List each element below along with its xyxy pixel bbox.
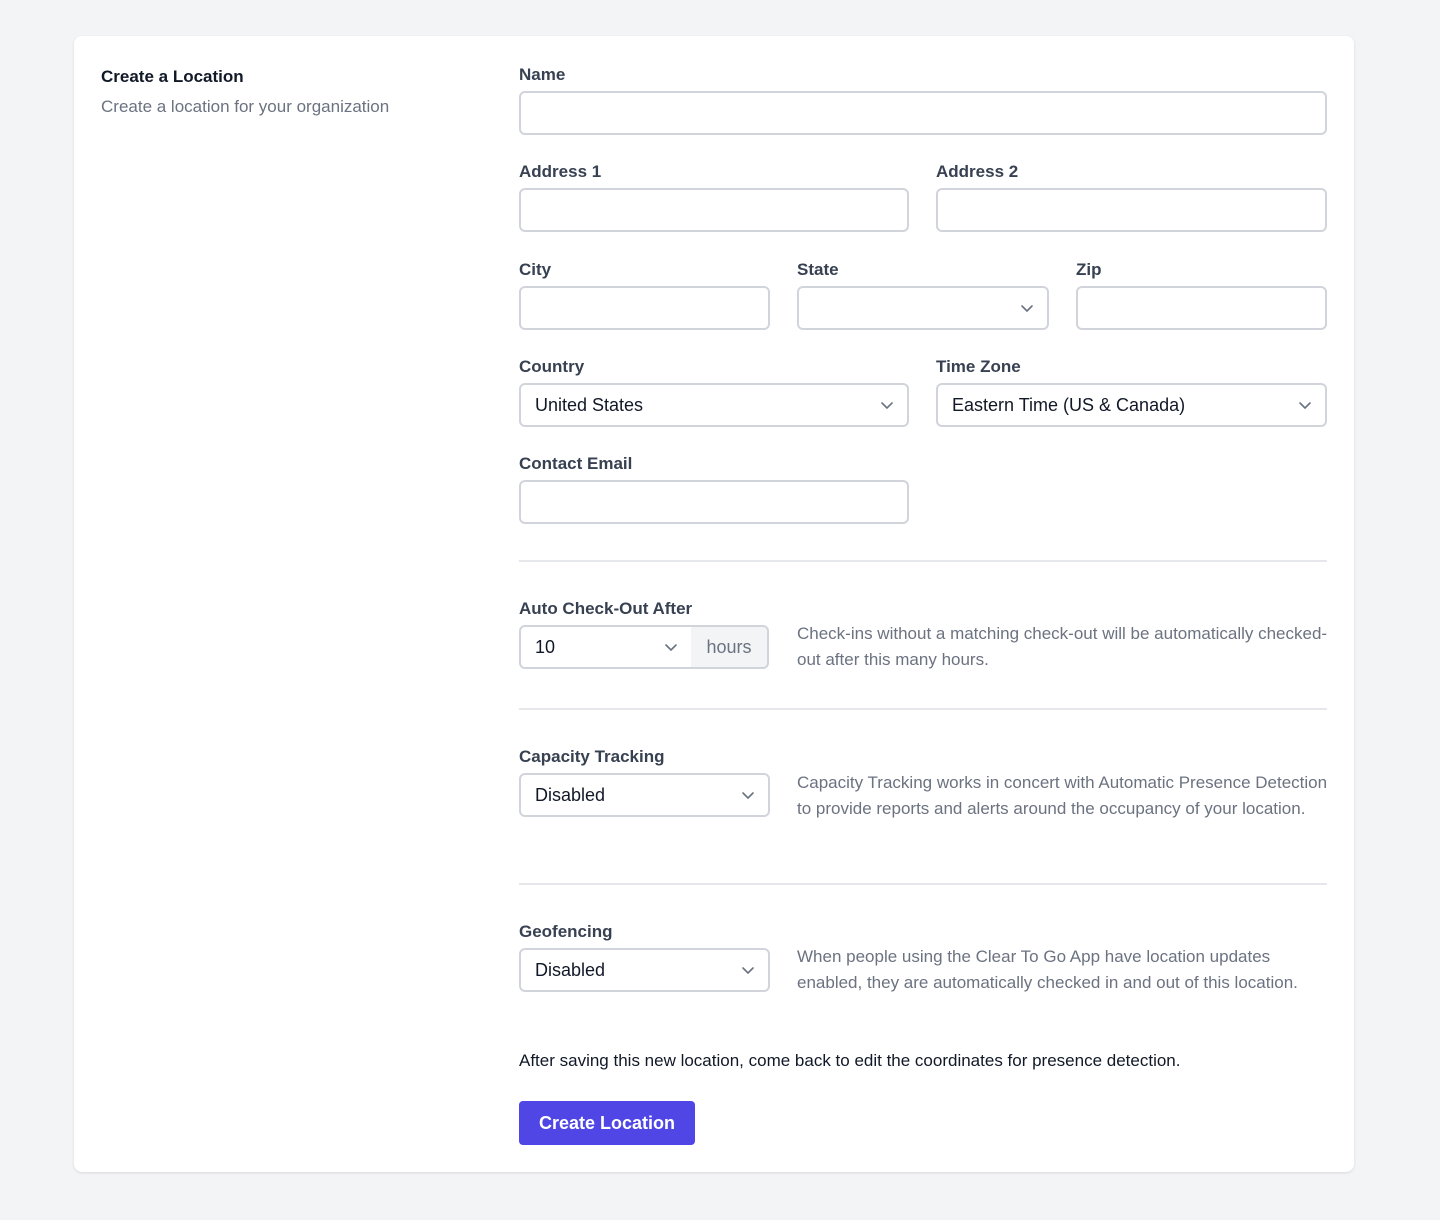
auto-checkout-select[interactable]: 10	[519, 625, 693, 669]
auto-checkout-value: 10	[535, 636, 556, 657]
contact-email-input[interactable]	[519, 480, 909, 524]
geofencing-label: Geofencing	[519, 922, 613, 941]
country-select[interactable]: United States	[519, 383, 909, 427]
capacity-tracking-help: Capacity Tracking works in concert with …	[797, 773, 1328, 818]
create-location-card: Create a Location Create a location for …	[74, 36, 1354, 1172]
address2-label: Address 2	[936, 162, 1019, 181]
chevron-down-icon	[879, 397, 895, 413]
presence-note: After saving this new location, come bac…	[519, 1051, 1181, 1070]
auto-checkout-label: Auto Check-Out After	[519, 599, 693, 618]
address2-field: Address 2	[936, 162, 1327, 232]
divider	[519, 560, 1327, 562]
contact-email-label: Contact Email	[519, 454, 633, 473]
address2-input[interactable]	[936, 188, 1327, 232]
auto-checkout-group: 10 hours	[519, 625, 769, 669]
address1-input[interactable]	[519, 188, 909, 232]
create-location-button[interactable]: Create Location	[519, 1101, 695, 1145]
city-label: City	[519, 260, 552, 279]
capacity-tracking-field: Capacity Tracking Disabled	[519, 747, 770, 817]
capacity-tracking-label: Capacity Tracking	[519, 747, 665, 766]
name-input[interactable]	[519, 91, 1327, 135]
chevron-down-icon	[1019, 300, 1035, 316]
capacity-tracking-select[interactable]: Disabled	[519, 773, 770, 817]
name-field: Name	[519, 65, 1327, 135]
geofencing-value: Disabled	[535, 959, 606, 980]
country-label: Country	[519, 357, 585, 376]
divider	[519, 883, 1327, 885]
geofencing-select[interactable]: Disabled	[519, 948, 770, 992]
timezone-select[interactable]: Eastern Time (US & Canada)	[936, 383, 1327, 427]
zip-input[interactable]	[1076, 286, 1327, 330]
address1-label: Address 1	[519, 162, 602, 181]
geofencing-field: Geofencing Disabled	[519, 922, 770, 992]
state-field: State	[797, 260, 1049, 330]
divider	[519, 708, 1327, 710]
country-select-value: United States	[535, 394, 644, 415]
zip-field: Zip	[1076, 260, 1327, 330]
location-form: Name Address 1 Address 2 City State Zip …	[519, 36, 1327, 1172]
name-label: Name	[519, 65, 566, 84]
timezone-select-value: Eastern Time (US & Canada)	[952, 394, 1186, 415]
state-select[interactable]	[797, 286, 1049, 330]
capacity-tracking-value: Disabled	[535, 784, 606, 805]
city-field: City	[519, 260, 770, 330]
country-field: Country United States	[519, 357, 909, 427]
timezone-label: Time Zone	[936, 357, 1021, 376]
auto-checkout-help: Check-ins without a matching check-out w…	[797, 624, 1328, 669]
city-input[interactable]	[519, 286, 770, 330]
zip-label: Zip	[1076, 260, 1102, 279]
contact-email-field: Contact Email	[519, 454, 909, 524]
intro-section: Create a Location Create a location for …	[101, 66, 501, 118]
timezone-field: Time Zone Eastern Time (US & Canada)	[936, 357, 1327, 427]
hours-addon: hours	[691, 625, 769, 669]
address1-field: Address 1	[519, 162, 909, 232]
geofencing-help: When people using the Clear To Go App ha…	[797, 947, 1298, 992]
section-subtitle: Create a location for your organization	[101, 97, 390, 116]
section-title: Create a Location	[101, 67, 244, 86]
auto-checkout-field: Auto Check-Out After 10 hours	[519, 599, 769, 669]
chevron-down-icon	[740, 787, 756, 803]
chevron-down-icon	[740, 962, 756, 978]
chevron-down-icon	[663, 639, 679, 655]
state-label: State	[797, 260, 839, 279]
chevron-down-icon	[1297, 397, 1313, 413]
